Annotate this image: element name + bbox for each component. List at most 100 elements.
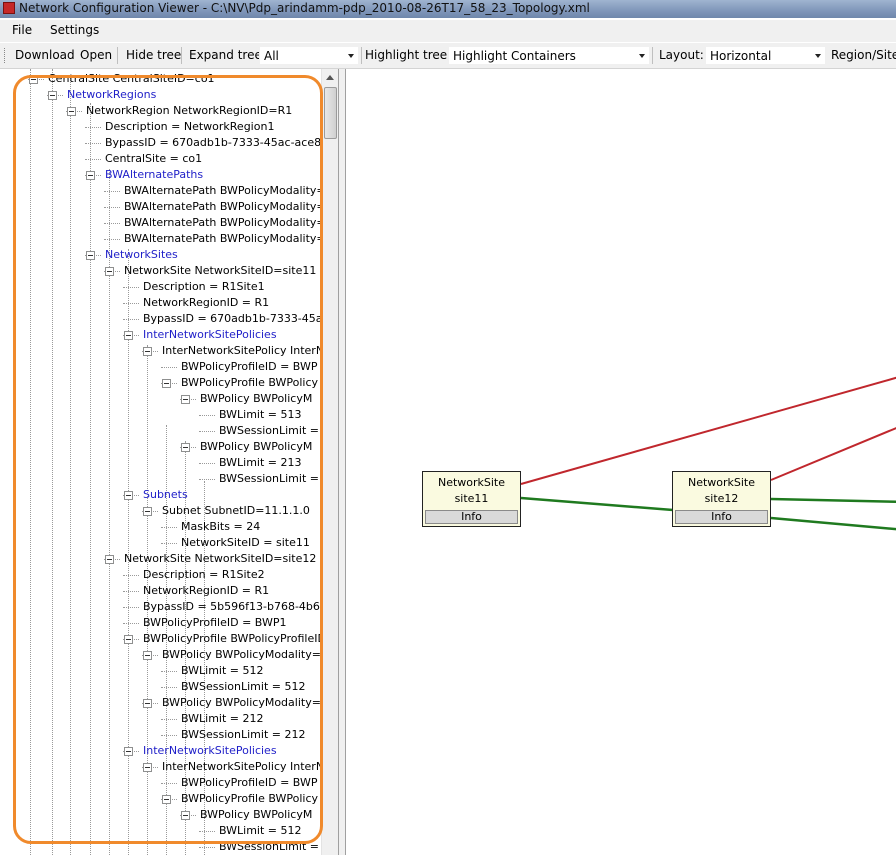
tree-node[interactable]: BWLimit = 512: [219, 823, 302, 839]
collapse-icon[interactable]: [124, 331, 133, 340]
open-button[interactable]: Open: [80, 48, 112, 62]
tree-node[interactable]: BWAlternatePath BWPolicyModality=A: [124, 215, 320, 231]
tree-node[interactable]: CentralSite = co1: [105, 151, 202, 167]
tree-node[interactable]: CentralSite CentralSiteID=co1: [48, 71, 215, 87]
link-site12-green-a: [770, 497, 896, 504]
collapse-icon[interactable]: [105, 555, 114, 564]
tree-node[interactable]: BWPolicyProfile BWPolicy: [181, 791, 318, 807]
region-site-label[interactable]: Region/Site: [831, 48, 896, 62]
tree-node[interactable]: InterNetworkSitePolicy InterNe: [162, 343, 320, 359]
tree-node[interactable]: BWPolicy BWPolicyModality=V: [162, 695, 320, 711]
tree-node[interactable]: BWPolicyProfile BWPolicy: [181, 375, 318, 391]
tree-node[interactable]: BWLimit = 213: [219, 455, 302, 471]
tree-node[interactable]: InterNetworkSitePolicies: [143, 743, 277, 759]
tree-node[interactable]: BWSessionLimit = 212: [181, 727, 305, 743]
collapse-icon[interactable]: [162, 795, 171, 804]
tree-node[interactable]: BypassID = 670adb1b-7333-45ac-ace8-06: [105, 135, 320, 151]
menu-file[interactable]: File: [12, 23, 32, 37]
tree-node[interactable]: BWAlternatePath BWPolicyModality=A: [124, 183, 320, 199]
pane-splitter[interactable]: [339, 69, 346, 855]
tree-node[interactable]: BWLimit = 212: [181, 711, 264, 727]
collapse-icon[interactable]: [105, 267, 114, 276]
collapse-icon[interactable]: [181, 811, 190, 820]
menu-settings[interactable]: Settings: [50, 23, 99, 37]
tree-node[interactable]: BWLimit = 512: [181, 663, 264, 679]
scroll-up-icon[interactable]: [326, 75, 334, 80]
tree-node[interactable]: BWSessionLimit =: [219, 839, 319, 855]
tree-scrollbar[interactable]: [321, 69, 338, 855]
tree-node[interactable]: NetworkRegion NetworkRegionID=R1: [86, 103, 292, 119]
tree-node[interactable]: NetworkRegionID = R1: [143, 583, 269, 599]
tree-node[interactable]: BWAlternatePaths: [105, 167, 203, 183]
highlight-tree-dropdown[interactable]: Highlight Containers: [448, 46, 650, 65]
tree-node[interactable]: BWPolicy BWPolicyM: [200, 439, 312, 455]
tree-node[interactable]: Description = R1Site1: [143, 279, 265, 295]
collapse-icon[interactable]: [124, 491, 133, 500]
collapse-icon[interactable]: [143, 507, 152, 516]
collapse-icon[interactable]: [143, 651, 152, 660]
toolbar-grip[interactable]: [4, 48, 7, 63]
tree-node[interactable]: NetworkSites: [105, 247, 178, 263]
tree-connector: [199, 463, 215, 464]
tree-node[interactable]: NetworkSiteID = site11: [181, 535, 310, 551]
tree-node[interactable]: BypassID = 670adb1b-7333-45ac-: [143, 311, 320, 327]
collapse-icon[interactable]: [29, 75, 38, 84]
tree-node[interactable]: BWSessionLimit = 512: [181, 679, 305, 695]
collapse-icon[interactable]: [143, 699, 152, 708]
collapse-icon[interactable]: [143, 763, 152, 772]
tree-node[interactable]: BWAlternatePath BWPolicyModality=V: [124, 231, 320, 247]
tree-node[interactable]: BWPolicyProfileID = BWP: [181, 775, 317, 791]
tree-node[interactable]: Subnets: [143, 487, 188, 503]
tree-node[interactable]: NetworkRegionID = R1: [143, 295, 269, 311]
tree-node[interactable]: Subnet SubnetID=11.1.1.0: [162, 503, 310, 519]
tree-node[interactable]: BWPolicy BWPolicyM: [200, 391, 312, 407]
network-site-node[interactable]: NetworkSite site11 Info: [422, 471, 521, 527]
menu-bar: File Settings: [0, 20, 896, 42]
tree-node[interactable]: Description = R1Site2: [143, 567, 265, 583]
collapse-icon[interactable]: [86, 251, 95, 260]
expand-tree-dropdown[interactable]: All: [259, 46, 359, 65]
tree-node[interactable]: BWSessionLimit =: [219, 423, 319, 439]
tree-node[interactable]: BWPolicy BWPolicyModality=A: [162, 647, 320, 663]
chevron-down-icon: [348, 54, 354, 58]
layout-dropdown[interactable]: Horizontal: [705, 46, 826, 65]
collapse-icon[interactable]: [67, 107, 76, 116]
info-button[interactable]: Info: [425, 510, 518, 524]
collapse-icon[interactable]: [124, 747, 133, 756]
tree-connector: [199, 847, 215, 848]
tree-node[interactable]: BWPolicyProfile BWPolicyProfileID: [143, 631, 320, 647]
collapse-icon[interactable]: [143, 347, 152, 356]
tree-node[interactable]: BWLimit = 513: [219, 407, 302, 423]
tree-node[interactable]: BypassID = 5b596f13-b768-4b6e-a: [143, 599, 320, 615]
tree-connector: [199, 415, 215, 416]
tree-node[interactable]: MaskBits = 24: [181, 519, 260, 535]
info-button[interactable]: Info: [675, 510, 768, 524]
tree-node[interactable]: NetworkSite NetworkSiteID=site11: [124, 263, 316, 279]
tree-node[interactable]: BWPolicyProfileID = BWP: [181, 359, 317, 375]
network-site-node[interactable]: NetworkSite site12 Info: [672, 471, 771, 527]
tree-node[interactable]: BWPolicyProfileID = BWP1: [143, 615, 286, 631]
tree-node[interactable]: BWSessionLimit =: [219, 471, 319, 487]
collapse-icon[interactable]: [181, 395, 190, 404]
tree-node[interactable]: InterNetworkSitePolicies: [143, 327, 277, 343]
tree-node[interactable]: InterNetworkSitePolicy InterNe: [162, 759, 320, 775]
toolbar-separator: [361, 47, 362, 64]
tree-node[interactable]: NetworkRegions: [67, 87, 156, 103]
collapse-icon[interactable]: [181, 443, 190, 452]
tree-node[interactable]: Description = NetworkRegion1: [105, 119, 274, 135]
tree-connector: [123, 319, 139, 320]
hide-tree-button[interactable]: Hide tree: [126, 48, 181, 62]
tree-guide-line: [52, 69, 53, 855]
tree-node[interactable]: BWAlternatePath BWPolicyModality=V: [124, 199, 320, 215]
tree-node[interactable]: NetworkSite NetworkSiteID=site12: [124, 551, 316, 567]
tree-node[interactable]: BWPolicy BWPolicyM: [200, 807, 312, 823]
collapse-icon[interactable]: [86, 171, 95, 180]
collapse-icon[interactable]: [162, 379, 171, 388]
tree-guide-line: [70, 77, 71, 855]
topology-canvas[interactable]: NetworkSite site11 Info NetworkSite site…: [346, 69, 896, 855]
collapse-icon[interactable]: [48, 91, 57, 100]
topology-tree[interactable]: CentralSite CentralSiteID=co1 NetworkRegi…: [0, 69, 320, 855]
collapse-icon[interactable]: [124, 635, 133, 644]
download-button[interactable]: Download: [15, 48, 75, 62]
scroll-thumb[interactable]: [324, 87, 337, 139]
